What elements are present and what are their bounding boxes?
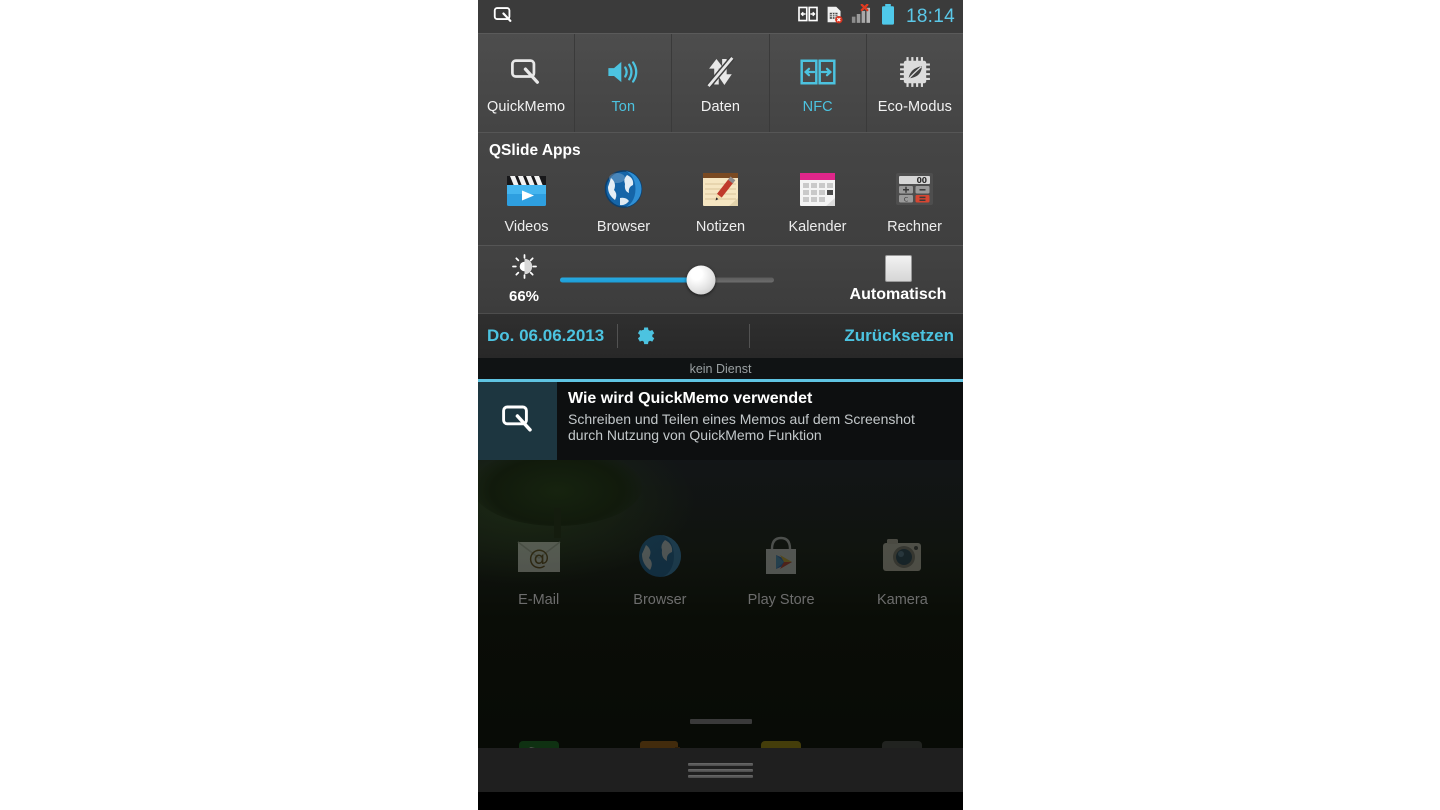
nfc-icon (798, 5, 818, 28)
home-app-play-store[interactable]: Play Store (721, 529, 842, 608)
quickmemo-icon (500, 403, 536, 440)
home-screen-dimmed[interactable]: @ E-Mail Browser Play Store Kamera (478, 460, 963, 792)
current-date: Do. 06.06.2013 (487, 326, 605, 345)
navigation-bar (478, 748, 963, 792)
quickmemo-icon (492, 3, 514, 30)
svg-text:00: 00 (917, 176, 927, 185)
qslide-app-videos[interactable]: Videos (478, 165, 575, 235)
svg-text:C: C (904, 195, 909, 203)
toggle-label: Daten (700, 98, 741, 115)
notification-body: Wie wird QuickMemo verwendet Schreiben u… (557, 382, 963, 460)
home-app-label: E-Mail (518, 592, 560, 608)
battery-icon (881, 3, 895, 30)
qslide-app-rechner[interactable]: 00 C Rechner (866, 165, 963, 235)
signal-bars-no-service-icon (851, 3, 874, 29)
qslide-app-kalender[interactable]: Kalender (769, 165, 866, 235)
camera-icon (875, 529, 929, 583)
notification-title: Wie wird QuickMemo verwendet (568, 390, 813, 407)
slider-fill (560, 277, 702, 282)
qslide-app-notizen[interactable]: Notizen (672, 165, 769, 235)
reset-button[interactable]: Zurücksetzen (830, 326, 954, 346)
status-bar-clock: 18:14 (905, 5, 955, 27)
brightness-row: 66% Automatisch (478, 245, 963, 313)
qslide-app-label: Browser (596, 219, 651, 235)
home-app-kamera[interactable]: Kamera (842, 529, 963, 608)
notification-text: Schreiben und Teilen eines Memos auf dem… (568, 411, 915, 444)
settings-button[interactable] (618, 322, 669, 350)
brightness-slider[interactable] (560, 262, 837, 298)
qslide-app-browser[interactable]: Browser (575, 165, 672, 235)
nfc-icon (800, 52, 836, 92)
toggle-quickmemo[interactable]: QuickMemo (478, 34, 576, 132)
brightness-indicator: 66% (488, 254, 560, 305)
videos-clapperboard-icon (503, 165, 550, 212)
qslide-app-label: Videos (504, 219, 549, 235)
browser-globe-icon (633, 529, 687, 583)
toggle-label: NFC (802, 98, 833, 115)
screenshot-canvas: 18:14 QuickMemo Ton Daten NFC Eco-Modus … (0, 0, 1440, 810)
auto-brightness-control[interactable]: Automatisch (843, 255, 953, 304)
toggle-eco-modus[interactable]: Eco-Modus (866, 34, 963, 132)
status-bar: 18:14 (478, 0, 963, 33)
pull-handle-icon[interactable] (688, 762, 753, 778)
quick-toggle-row: QuickMemo Ton Daten NFC Eco-Modus (478, 33, 963, 132)
qslide-apps-title: QSlide Apps (489, 142, 581, 159)
notification-item[interactable]: Wie wird QuickMemo verwendet Schreiben u… (478, 382, 963, 460)
toggle-nfc[interactable]: NFC (769, 34, 867, 132)
auto-brightness-label: Automatisch (849, 286, 947, 303)
mobile-data-off-icon (704, 52, 738, 92)
phone-screen: 18:14 QuickMemo Ton Daten NFC Eco-Modus … (478, 0, 963, 810)
divider (749, 324, 751, 348)
toggle-label: QuickMemo (486, 98, 566, 115)
date-settings-row: Do. 06.06.2013 Zurücksetzen (478, 313, 963, 358)
auto-brightness-checkbox[interactable] (884, 255, 912, 282)
status-bar-right: 18:14 (798, 3, 955, 30)
slider-thumb[interactable] (686, 265, 716, 294)
home-app-email[interactable]: @ E-Mail (478, 529, 599, 608)
qslide-app-label: Notizen (695, 219, 746, 235)
toggle-ton[interactable]: Ton (575, 34, 673, 132)
sim-card-error-icon (825, 5, 844, 29)
qslide-app-label: Kalender (788, 219, 847, 235)
eco-mode-chip-leaf-icon (898, 52, 932, 92)
service-status-bar: kein Dienst (478, 358, 963, 382)
email-envelope-icon: @ (512, 529, 566, 583)
notification-icon-area (478, 382, 557, 460)
qslide-app-label: Rechner (887, 219, 942, 235)
browser-globe-icon (600, 165, 647, 212)
calculator-icon: 00 C (891, 165, 938, 212)
play-store-icon (754, 529, 808, 583)
calendar-icon (794, 165, 841, 212)
home-app-label: Kamera (876, 592, 928, 608)
svg-text:@: @ (528, 546, 549, 570)
home-app-row: @ E-Mail Browser Play Store Kamera (478, 529, 963, 608)
qslide-apps-section: QSlide Apps Videos Browser Notizen Kalen… (478, 132, 963, 245)
quickmemo-icon (509, 52, 543, 92)
home-app-browser[interactable]: Browser (599, 529, 720, 608)
home-app-label: Browser (633, 592, 687, 608)
brightness-sun-icon (511, 254, 537, 284)
gear-icon (632, 322, 655, 350)
sound-speaker-icon (605, 52, 641, 92)
home-app-label: Play Store (747, 592, 815, 608)
toggle-label: Eco-Modus (877, 98, 953, 115)
toggle-label: Ton (611, 98, 636, 115)
toggle-daten[interactable]: Daten (672, 34, 770, 132)
status-bar-left (492, 3, 514, 30)
notes-notepad-pencil-icon (697, 165, 744, 212)
brightness-percent: 66% (508, 288, 540, 305)
qslide-apps-row: Videos Browser Notizen Kalender 00 C Rec… (478, 165, 963, 235)
